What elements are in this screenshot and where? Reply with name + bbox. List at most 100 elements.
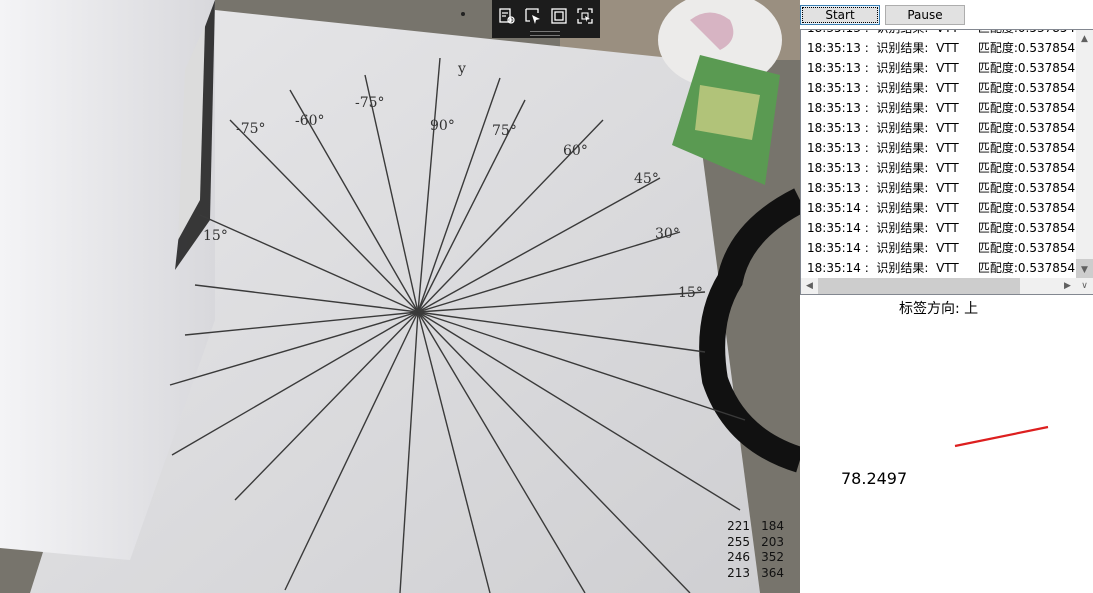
coord-x: 246 bbox=[727, 550, 750, 564]
annotate-icon[interactable] bbox=[497, 6, 517, 26]
fullscreen-capture-icon[interactable] bbox=[575, 6, 595, 26]
camera-frame: y 90° 75° 60° 45° 30° 15° -75° -60° -75°… bbox=[0, 0, 800, 593]
log-result: VTT bbox=[936, 201, 959, 215]
capture-toolbar bbox=[492, 0, 600, 38]
log-match-label: 匹配度: bbox=[977, 101, 1018, 115]
log-gap bbox=[928, 30, 936, 35]
coord-x: 255 bbox=[727, 534, 750, 549]
log-match-label: 匹配度: bbox=[977, 121, 1018, 135]
log-result: VTT bbox=[936, 101, 959, 115]
log-match-label: 匹配度: bbox=[977, 221, 1018, 235]
log-separator: : bbox=[860, 81, 877, 95]
window-capture-icon[interactable] bbox=[549, 6, 569, 26]
log-time: 18:35:13 bbox=[807, 61, 861, 75]
toolbar-drag-handle[interactable] bbox=[530, 31, 560, 36]
log-gap bbox=[959, 61, 978, 75]
log-entry: 18:35:14 : 识别结果: VTT 匹配度:0.537854075 bbox=[801, 238, 1076, 258]
log-result: VTT bbox=[936, 261, 959, 275]
scroll-down-corner-icon[interactable]: ∨ bbox=[1076, 278, 1093, 295]
log-result-label: 识别结果: bbox=[876, 30, 928, 35]
log-match-label: 匹配度: bbox=[977, 81, 1018, 95]
scroll-left-icon[interactable]: ◀ bbox=[801, 278, 818, 294]
coord-row: 213 364 bbox=[722, 566, 784, 582]
log-match: 0.537854075 bbox=[1017, 221, 1076, 235]
log-time: 18:35:13 bbox=[807, 121, 861, 135]
coord-y: 352 bbox=[761, 550, 784, 564]
label-45: 45° bbox=[634, 171, 659, 187]
label-neg75: -75° bbox=[355, 95, 385, 111]
scroll-right-icon[interactable]: ▶ bbox=[1059, 278, 1076, 294]
log-gap bbox=[959, 121, 978, 135]
log-result-label: 识别结果: bbox=[876, 121, 929, 135]
log-match-label: 匹配度: bbox=[977, 141, 1018, 155]
log-gap bbox=[959, 41, 978, 55]
label-30: 30° bbox=[655, 226, 680, 242]
log-separator: : bbox=[860, 101, 877, 115]
log-entry: 18:35:13 : 识别结果: VTT 匹配度:0.537854075 bbox=[801, 98, 1076, 118]
log-match: 0.537854075 bbox=[1017, 161, 1076, 175]
coord-x: 213 bbox=[727, 565, 750, 580]
pause-button[interactable]: Pause bbox=[885, 5, 965, 25]
log-time: 18:35:14 bbox=[807, 221, 861, 235]
log-result-label: 识别结果: bbox=[876, 141, 929, 155]
log-time: 18:35:14 bbox=[807, 201, 861, 215]
start-button[interactable]: Start bbox=[800, 5, 880, 25]
log-result: VTT bbox=[936, 41, 959, 55]
select-region-icon[interactable] bbox=[523, 6, 543, 26]
corner-coordinates: 221 184 255 203 246 352 213 364 bbox=[722, 519, 784, 581]
log-match-label: 匹配度: bbox=[977, 201, 1018, 215]
log-entry: 18:35:13 : 识别结果: VTT 匹配度:0.537854075 bbox=[801, 38, 1076, 58]
log-gap bbox=[959, 141, 978, 155]
label-15: 15° bbox=[678, 285, 703, 301]
log-separator: : bbox=[860, 181, 877, 195]
label-neg75-left: -75° bbox=[236, 121, 266, 137]
log-gap bbox=[959, 201, 978, 215]
log-gap bbox=[959, 30, 978, 35]
log-entry: 18:35:14 : 识别结果: VTT 匹配度:0.537854075 bbox=[801, 218, 1076, 238]
log-result: VTT bbox=[936, 221, 959, 235]
label-60: 60° bbox=[563, 143, 588, 159]
log-vertical-scrollbar[interactable]: ▲ ▼ bbox=[1076, 29, 1093, 279]
log-separator: : bbox=[860, 141, 877, 155]
log-gap bbox=[928, 221, 936, 235]
log-result-label: 识别结果: bbox=[876, 61, 929, 75]
log-gap bbox=[959, 101, 978, 115]
coord-row: 246 352 bbox=[722, 550, 784, 566]
log-gap bbox=[928, 201, 936, 215]
log-gap bbox=[928, 241, 936, 255]
log-time: 18:35:13 bbox=[807, 41, 861, 55]
log-gap bbox=[928, 81, 936, 95]
log-gap bbox=[959, 81, 978, 95]
recognition-log[interactable]: 18:35:13 : 识别结果: VTT 匹配度:0.53785407518:3… bbox=[800, 29, 1076, 278]
log-match: 0.537854075 bbox=[1017, 101, 1076, 115]
scroll-down-icon[interactable]: ▼ bbox=[1076, 261, 1093, 278]
coord-y: 364 bbox=[761, 565, 784, 580]
log-separator: : bbox=[860, 241, 877, 255]
log-separator: : bbox=[860, 121, 877, 135]
log-result: VTT bbox=[936, 61, 959, 75]
log-time: 18:35:13 bbox=[807, 161, 861, 175]
app-window: y 90° 75° 60° 45° 30° 15° -75° -60° -75°… bbox=[0, 0, 1093, 593]
log-separator: : bbox=[861, 30, 877, 35]
log-match: 0.537854075 bbox=[1017, 141, 1076, 155]
pause-button-label: Pause bbox=[907, 8, 943, 22]
log-result-label: 识别结果: bbox=[876, 201, 929, 215]
scroll-up-icon[interactable]: ▲ bbox=[1076, 30, 1093, 47]
scroll-thumb-horizontal[interactable] bbox=[818, 278, 1020, 294]
log-time: 18:35:13 bbox=[807, 101, 861, 115]
log-match: 0.537854075 bbox=[1017, 241, 1076, 255]
log-match-label: 匹配度: bbox=[977, 61, 1018, 75]
log-result: VTT bbox=[936, 141, 959, 155]
log-gap bbox=[928, 161, 936, 175]
log-gap bbox=[959, 241, 978, 255]
angle-indicator-line bbox=[954, 425, 1049, 448]
log-horizontal-scrollbar[interactable]: ◀ ▶ bbox=[800, 278, 1076, 295]
log-separator: : bbox=[860, 61, 877, 75]
log-match-label: 匹配度: bbox=[977, 261, 1018, 275]
log-result: VTT bbox=[936, 181, 959, 195]
log-result: VTT bbox=[936, 81, 959, 95]
log-result-label: 识别结果: bbox=[876, 241, 929, 255]
log-gap bbox=[959, 161, 978, 175]
log-match-label: 匹配度: bbox=[977, 41, 1018, 55]
log-gap bbox=[959, 181, 978, 195]
